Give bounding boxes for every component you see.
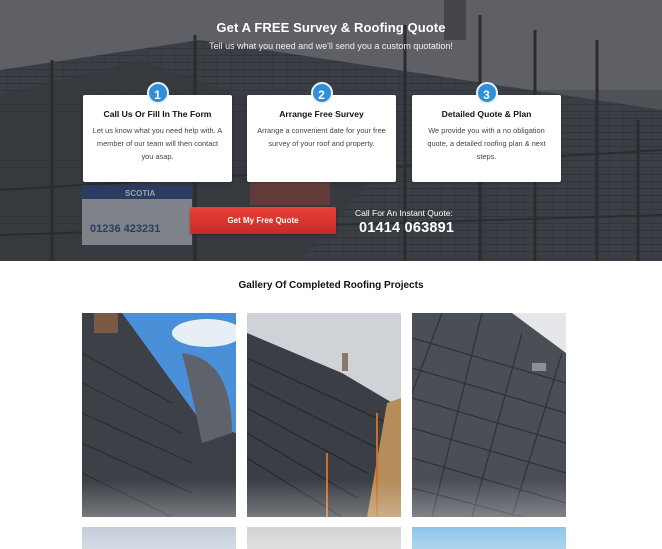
step-title: Detailed Quote & Plan: [441, 109, 532, 119]
step-card-2: 2 Arrange Free Survey Arrange a convenie…: [247, 82, 396, 182]
roof-photo-5[interactable]: [247, 527, 401, 549]
step-text: We provide you with a no obligation quot…: [427, 126, 546, 161]
step-number-badge: 1: [146, 82, 169, 104]
step-title: Arrange Free Survey: [279, 109, 364, 119]
hero-section: SCOTIA 01236 423231 Get A FREE Survey & …: [0, 0, 662, 261]
phone-number-link[interactable]: 01414 063891: [359, 220, 454, 236]
roof-photo-4[interactable]: [82, 527, 236, 549]
step-number-badge: 2: [310, 82, 333, 104]
roof-photo-2[interactable]: [247, 313, 401, 517]
roof-photo-1[interactable]: [82, 313, 236, 517]
call-label: Call For An Instant Quote:: [355, 208, 453, 218]
step-card-1: 1 Call Us Or Fill In The Form Let us kno…: [83, 82, 232, 182]
hero-title: Get A FREE Survey & Roofing Quote: [216, 20, 446, 35]
roof-photo-6[interactable]: [412, 527, 566, 549]
step-card-3: 3 Detailed Quote & Plan We provide you w…: [412, 82, 561, 182]
step-text: Let us know what you need help with. A m…: [92, 126, 223, 161]
hero-subtitle: Tell us what you need and we'll send you…: [209, 41, 453, 51]
get-free-quote-button[interactable]: Get My Free Quote: [190, 207, 336, 234]
step-title: Call Us Or Fill In The Form: [103, 109, 212, 119]
gallery-title: Gallery Of Completed Roofing Projects: [238, 280, 424, 291]
step-text: Arrange a convenient date for your free …: [257, 126, 386, 148]
step-number-badge: 3: [475, 82, 498, 104]
roof-photo-3[interactable]: [412, 313, 566, 517]
